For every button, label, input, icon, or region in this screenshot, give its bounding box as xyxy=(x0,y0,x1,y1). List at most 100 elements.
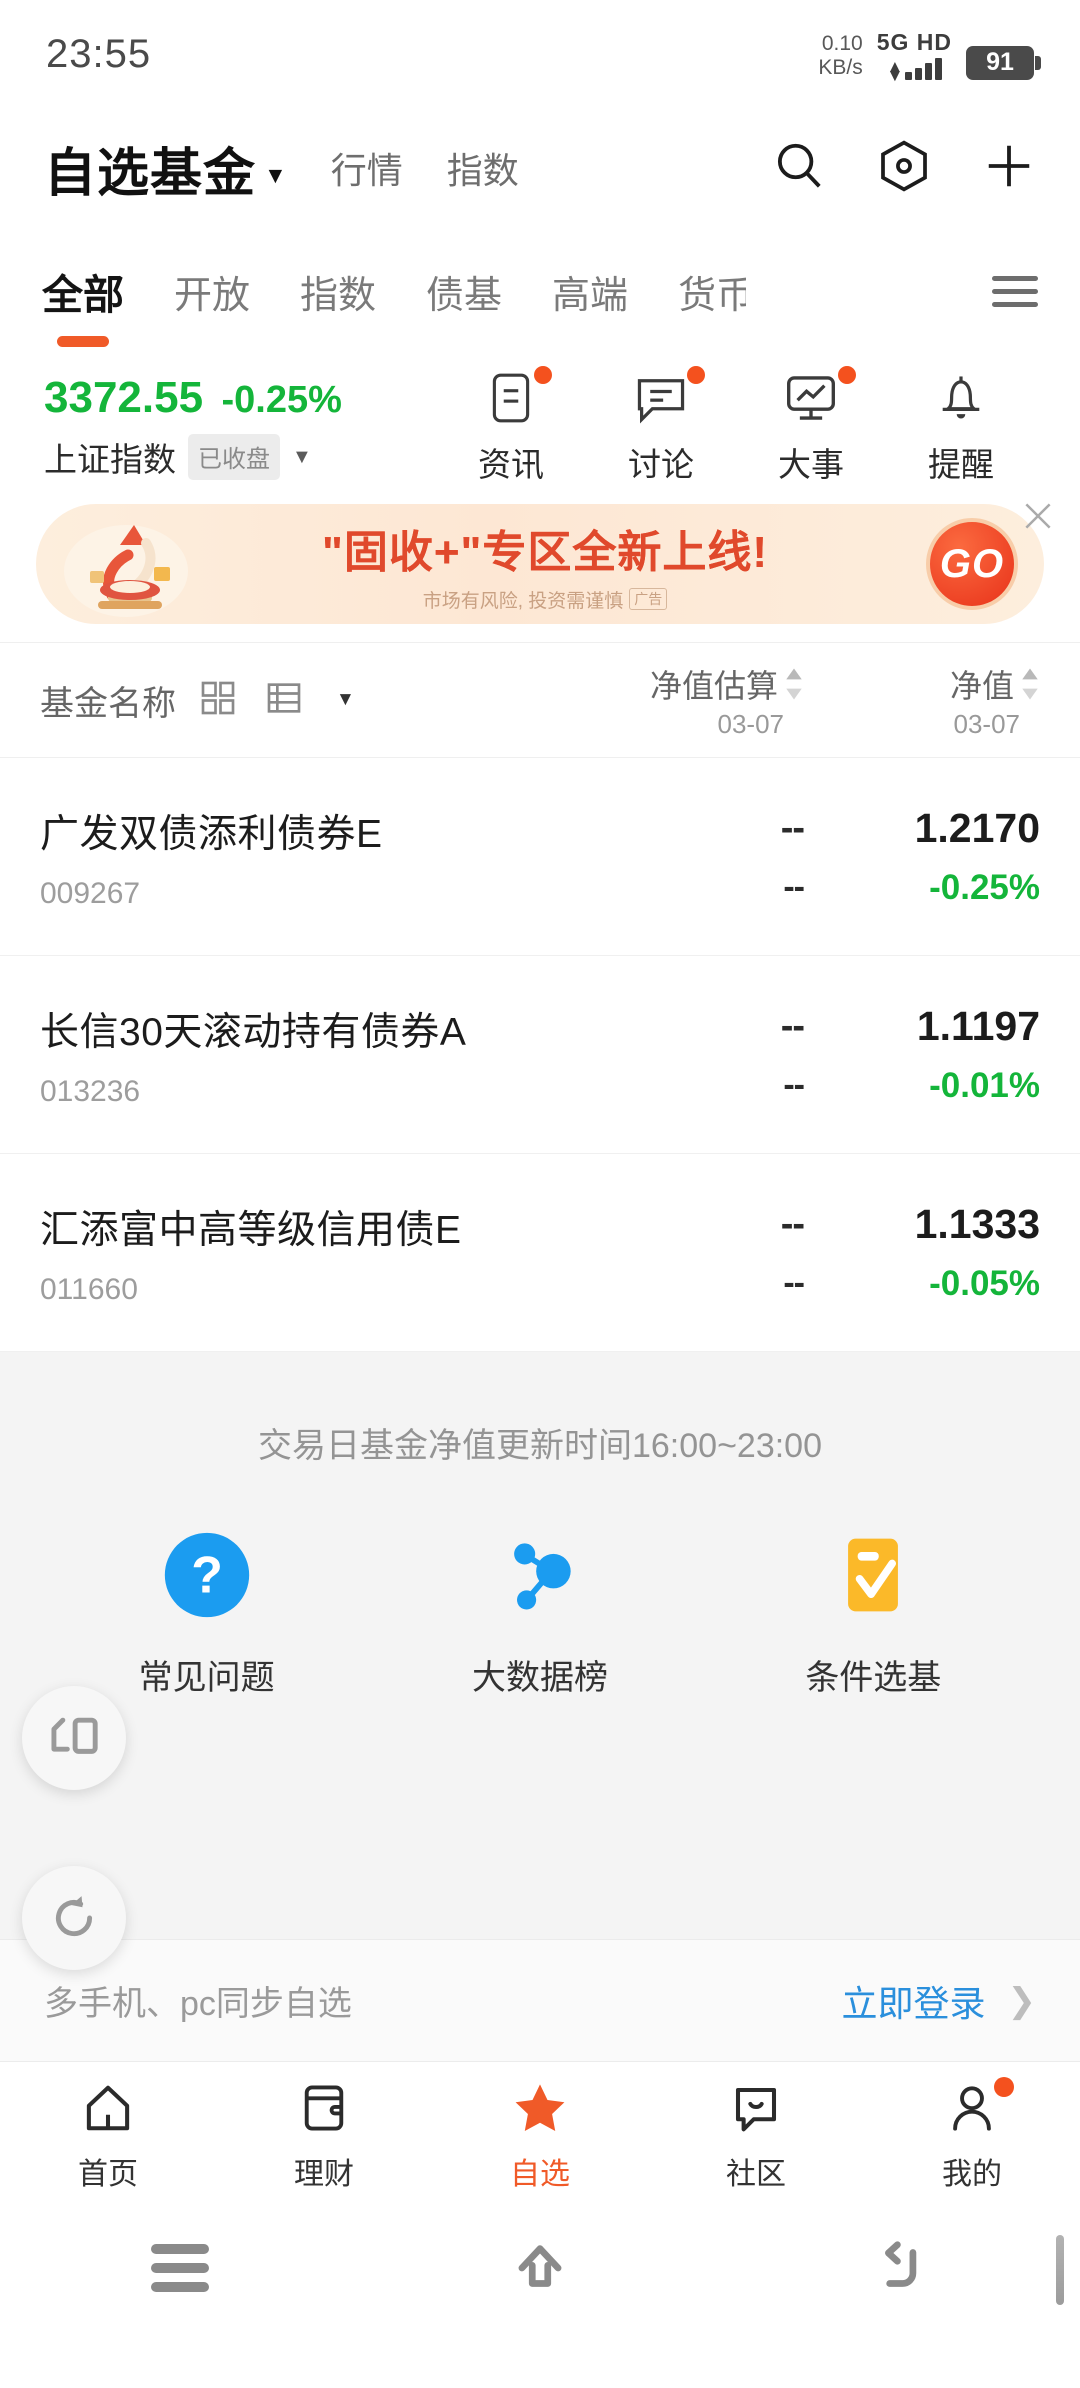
signal-indicator: 5G HD ▲ ▼ xyxy=(877,29,952,85)
banner-title: "固收+"专区全新上线! xyxy=(322,516,768,580)
home-arrow-icon[interactable] xyxy=(465,2237,615,2299)
tab-money-market[interactable]: 货币 xyxy=(678,264,746,319)
index-value: 3372.55 xyxy=(44,373,204,422)
fund-name: 广发双债添利债券E xyxy=(40,812,383,856)
back-arrow-icon[interactable] xyxy=(825,2237,975,2299)
list-menu-icon[interactable] xyxy=(992,275,1038,307)
fund-nav-value: 1.2170 xyxy=(914,805,1040,851)
svg-text:?: ? xyxy=(191,1545,223,1603)
quick-action-alerts[interactable]: 提醒 xyxy=(886,368,1036,486)
quick-action-news[interactable]: 资讯 xyxy=(436,366,586,486)
tab-active-underline xyxy=(57,336,109,347)
chart-monitor-icon xyxy=(782,366,856,428)
tab-index[interactable]: 指数 xyxy=(300,264,376,319)
person-icon xyxy=(946,2076,1014,2137)
close-icon[interactable] xyxy=(1012,490,1064,542)
fund-estimate-pct: -- xyxy=(783,867,805,906)
plus-icon[interactable] xyxy=(982,139,1036,198)
column-header-estimate-date: 03-07 xyxy=(717,708,785,739)
header-nav-links: 行情 指数 xyxy=(331,142,519,194)
column-header-fund-name[interactable]: 基金名称 xyxy=(40,676,176,725)
feature-fund-screener-label: 条件选基 xyxy=(805,1659,942,1697)
status-bar: 23:55 0.10 KB/s 5G HD ▲ ▼ 91 xyxy=(0,0,1080,108)
view-chevron-down-icon[interactable]: ▼ xyxy=(336,689,355,711)
bottom-nav-home[interactable]: 首页 xyxy=(0,2079,216,2193)
quick-action-discussion[interactable]: 讨论 xyxy=(586,366,736,486)
index-change-pct: -0.25% xyxy=(221,379,342,421)
page-title[interactable]: 自选基金 xyxy=(44,131,256,206)
battery-indicator: 91 xyxy=(966,45,1041,80)
list-view-icon[interactable] xyxy=(264,678,304,723)
trophy-arrow-icon xyxy=(54,509,204,619)
fund-identity: 长信30天滚动持有债券A 013236 xyxy=(40,1001,568,1109)
update-time-note: 交易日基金净值更新时间16:00~23:00 xyxy=(257,1427,823,1465)
search-icon[interactable] xyxy=(772,139,826,198)
recents-menu-icon[interactable] xyxy=(105,2244,255,2292)
banner-go-button[interactable]: GO xyxy=(926,518,1018,610)
checklist-icon xyxy=(827,1529,919,1626)
fund-estimate-value: -- xyxy=(780,1004,805,1047)
title-chevron-down-icon[interactable]: ▼ xyxy=(264,162,287,189)
feature-bigdata-rank[interactable]: 大数据榜 xyxy=(400,1529,680,1699)
fund-table-header: 基金名称 ▼ 净值估算 03-07 净值 03-07 xyxy=(0,642,1080,758)
column-header-estimate[interactable]: 净值估算 03-07 xyxy=(568,661,804,740)
fund-nav-cell: 1.1197 -0.01% xyxy=(804,1003,1040,1106)
index-summary-strip: 3372.55 -0.25% 上证指数 已收盘 ▼ 资讯 讨论 大事 提醒 xyxy=(0,354,1080,496)
login-sync-text: 多手机、pc同步自选 xyxy=(44,1985,352,2023)
sort-arrows-icon[interactable] xyxy=(784,667,804,701)
header-nav-quotes[interactable]: 行情 xyxy=(331,142,403,194)
document-icon xyxy=(486,366,552,428)
quick-action-news-label: 资讯 xyxy=(478,446,544,483)
rotate-refresh-icon[interactable] xyxy=(22,1866,126,1970)
fund-nav-cell: 1.1333 -0.05% xyxy=(804,1201,1040,1304)
value-column-headers: 净值估算 03-07 净值 03-07 xyxy=(568,661,1040,740)
fund-name: 汇添富中高等级信用债E xyxy=(40,1208,462,1252)
category-tabs: 全部 开放 指数 债基 高端 货币 xyxy=(0,228,1080,354)
bottom-nav-finance[interactable]: 理财 xyxy=(216,2079,432,2193)
login-action[interactable]: 立即登录 ❯ xyxy=(841,1975,1036,2027)
header-icon-group xyxy=(772,138,1036,199)
tab-bond[interactable]: 债基 xyxy=(426,264,502,319)
network-speed-unit: KB/s xyxy=(818,55,863,79)
feature-fund-screener[interactable]: 条件选基 xyxy=(733,1529,1013,1699)
tab-all-label: 全部 xyxy=(42,272,124,318)
bottom-nav-profile-label: 我的 xyxy=(942,2157,1002,2191)
grid-view-icon[interactable] xyxy=(198,678,238,723)
quick-action-events[interactable]: 大事 xyxy=(736,366,886,486)
status-bar-clock: 23:55 xyxy=(46,31,152,76)
network-speed-value: 0.10 xyxy=(821,32,863,56)
login-link[interactable]: 立即登录 xyxy=(841,1975,985,2027)
column-header-nav-label: 净值 xyxy=(949,667,1014,704)
bottom-nav-community[interactable]: 社区 xyxy=(648,2079,864,2193)
table-row[interactable]: 长信30天滚动持有债券A 013236 -- -- 1.1197 -0.01% xyxy=(0,956,1080,1154)
table-row[interactable]: 广发双债添利债券E 009267 -- -- 1.2170 -0.25% xyxy=(0,758,1080,956)
bottom-nav-watchlist[interactable]: 自选 xyxy=(432,2079,648,2193)
quick-action-alerts-label: 提醒 xyxy=(928,446,994,483)
table-row[interactable]: 汇添富中高等级信用债E 011660 -- -- 1.1333 -0.05% xyxy=(0,1154,1080,1352)
tab-all[interactable]: 全部 xyxy=(42,261,124,347)
fund-identity: 汇添富中高等级信用债E 011660 xyxy=(40,1199,568,1307)
sort-arrows-icon[interactable] xyxy=(1020,667,1040,701)
banner-text-block: "固收+"专区全新上线! 市场有风险, 投资需谨慎 广告 xyxy=(164,516,926,613)
tab-open[interactable]: 开放 xyxy=(174,264,250,319)
index-chevron-down-icon[interactable]: ▼ xyxy=(292,446,312,469)
column-header-nav[interactable]: 净值 03-07 xyxy=(804,661,1040,740)
bottom-nav-watchlist-label: 自选 xyxy=(510,2157,570,2191)
index-name: 上证指数 xyxy=(44,441,176,478)
bottom-nav-profile[interactable]: 我的 xyxy=(864,2076,1080,2193)
bell-icon xyxy=(935,368,987,428)
news-badge-dot xyxy=(534,366,552,384)
hexagon-target-icon[interactable] xyxy=(876,138,932,199)
fund-estimate-pct: -- xyxy=(783,1263,805,1302)
index-summary[interactable]: 3372.55 -0.25% 上证指数 已收盘 ▼ xyxy=(44,373,416,481)
fund-estimate-value: -- xyxy=(780,806,805,849)
data-transfer-arrows-icon: ▲ ▼ xyxy=(886,56,904,85)
tab-premium[interactable]: 高端 xyxy=(552,264,628,319)
fund-estimate-pct: -- xyxy=(783,1065,805,1104)
fund-nav-pct: -0.05% xyxy=(929,1264,1040,1303)
feature-faq[interactable]: ? 常见问题 xyxy=(67,1529,347,1699)
promo-banner[interactable]: "固收+"专区全新上线! 市场有风险, 投资需谨慎 广告 GO xyxy=(36,504,1044,624)
header-nav-index[interactable]: 指数 xyxy=(447,142,519,194)
split-screen-icon[interactable] xyxy=(22,1686,126,1790)
fund-estimate-cell: -- -- xyxy=(568,1004,805,1105)
